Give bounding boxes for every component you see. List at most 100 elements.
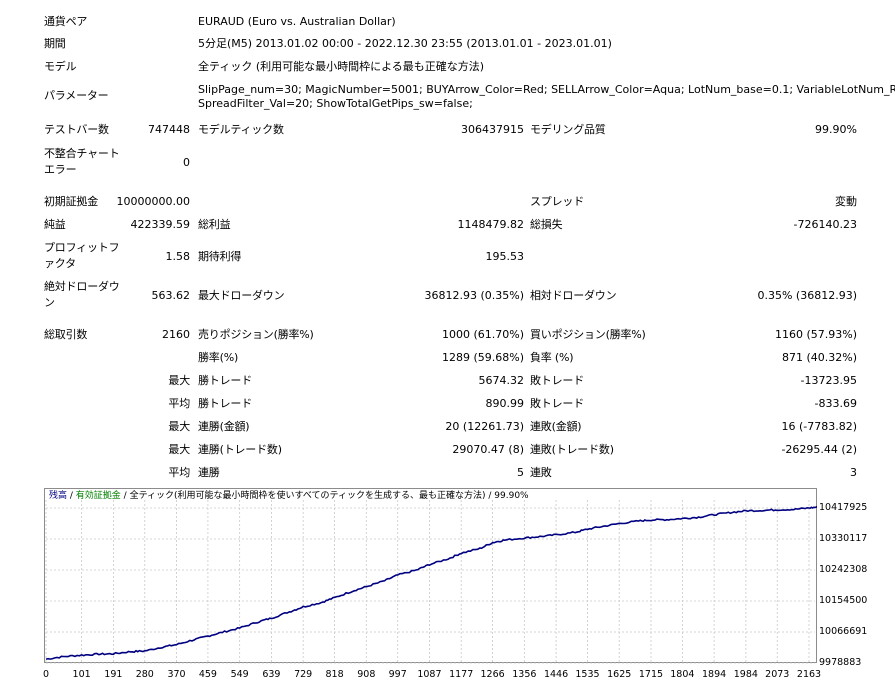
chart-caption-model: 全ティック(利用可能な最小時間枠を使いすべてのティックを生成する、最も正確な方法… [129,491,486,501]
net-profit-label: 純益 [44,218,66,231]
parameters-line-1: SlipPage_num=30; MagicNumber=5001; BUYAr… [198,83,895,96]
loss-rate-label: 負率 (%) [530,351,574,364]
x-tick-label: 2073 [765,669,790,680]
max-consec-wins-label: 連勝(金額) [198,420,250,433]
parameters-label: パラメーター [44,89,109,102]
long-positions-value: 1160 (57.93%) [774,328,857,341]
average-loss-value: -833.69 [814,397,857,410]
mismatch-errors-label-2: エラー [44,163,77,176]
x-tick-label: 1087 [417,669,442,680]
x-tick-label: 997 [388,669,407,680]
y-tick-label: 10417925 [819,502,868,513]
x-tick-label: 1715 [638,669,664,680]
x-tick-label: 2163 [796,669,822,680]
profit-factor-value: 1.58 [165,250,191,263]
win-rate-label: 勝率(%) [198,351,239,364]
avg-consec-prefix: 平均 [168,466,190,479]
largest-prefix: 最大 [168,374,190,387]
long-positions-label: 買いポジション(勝率%) [530,328,646,341]
total-trades-value: 2160 [162,328,190,341]
x-tick-label: 370 [167,669,186,680]
gross-loss-label: 総損失 [530,218,563,231]
initial-deposit-label: 初期証拠金 [44,195,98,208]
x-tick-label: 1356 [512,669,537,680]
gross-profit-value: 1148479.82 [457,218,524,231]
x-tick-label: 908 [357,669,376,680]
model-value: 全ティック (利用可能な最小時間枠による最も正確な方法) [198,60,485,73]
loss-rate-value: 871 (40.32%) [781,351,857,364]
absolute-drawdown-value: 563.62 [151,289,191,302]
x-tick-label: 1894 [702,669,727,680]
spread-label: スプレッド [530,195,584,208]
max-consec-profit-prefix: 最大 [168,443,190,456]
chart-caption-sep-1: / [67,491,76,501]
x-tick-label: 1446 [543,669,569,680]
max-consec-wins-value: 20 (12261.73) [445,420,524,433]
x-tick-label: 1177 [449,669,474,680]
y-tick-label: 10066691 [819,626,868,637]
initial-deposit-value: 10000000.00 [116,195,190,208]
y-tick-label: 9978883 [819,657,862,668]
average-prefix: 平均 [168,397,190,410]
mismatch-errors-value: 0 [183,156,190,169]
y-tick-label: 10330117 [819,532,868,544]
x-tick-label: 1266 [480,669,505,680]
maximal-drawdown-label: 最大ドローダウン [198,289,285,302]
expected-payoff-value: 195.53 [485,250,525,263]
currency-pair-value: EURAUD (Euro vs. Australian Dollar) [198,15,396,28]
chart-caption-quality: 99.90% [494,491,529,501]
spread-value: 変動 [835,195,857,208]
x-tick-label: 1984 [733,669,758,680]
balance-series-line [45,505,817,660]
model-ticks-value: 306437915 [461,123,524,136]
avg-consec-losses-label: 連敗 [530,466,552,479]
absolute-drawdown-label-2: ン [44,296,55,309]
balance-chart [45,500,817,664]
x-tick-label: 639 [262,669,281,680]
max-consec-loss-label: 連敗(トレード数) [530,443,614,456]
y-tick-label: 10242308 [819,564,868,575]
max-consec-profit-value: 29070.47 (8) [452,443,524,456]
gross-loss-value: -726140.23 [793,218,857,231]
chart-caption: 残高 / 有効証拠金 / 全ティック(利用可能な最小時間枠を使いすべてのティック… [49,490,529,502]
x-tick-label: 1625 [607,669,632,680]
profit-factor-label-2: ァクタ [44,257,76,270]
max-consec-losses-label: 連敗(金額) [530,420,582,433]
mismatch-errors-label-1: 不整合チャート [44,147,120,160]
largest-loss-value: -13723.95 [800,374,857,387]
x-tick-label: 280 [135,669,154,680]
maximal-drawdown-value: 36812.93 (0.35%) [424,289,524,302]
average-loss-label: 敗トレード [530,397,584,410]
model-ticks-label: モデルティック数 [198,123,284,136]
average-profit-label: 勝トレード [198,397,252,410]
period-value: 5分足(M5) 2013.01.02 00:00 - 2022.12.30 23… [198,37,612,50]
x-tick-label: 1535 [575,669,600,680]
max-consec-wins-prefix: 最大 [168,420,190,433]
x-tick-label: 0 [42,669,50,680]
total-trades-label: 総取引数 [44,328,88,341]
largest-profit-value: 5674.32 [478,374,525,387]
avg-consec-wins-value: 5 [517,466,524,479]
relative-drawdown-label: 相対ドローダウン [530,289,617,302]
x-tick-label: 818 [325,669,344,680]
gross-profit-label: 総利益 [198,218,231,231]
profit-factor-label-1: プロフィットフ [44,241,120,254]
period-label: 期間 [44,37,66,50]
chart-caption-sep-3: / [485,491,495,501]
short-positions-value: 1000 (61.70%) [441,328,524,341]
max-consec-loss-value: -26295.44 (2) [781,443,857,456]
relative-drawdown-value: 0.35% (36812.93) [757,289,857,302]
average-profit-value: 890.99 [485,397,525,410]
max-consec-profit-label: 連勝(トレード数) [198,443,282,456]
absolute-drawdown-label-1: 絶対ドローダウ [44,280,120,293]
win-rate-value: 1289 (59.68%) [441,351,524,364]
chart-caption-balance: 残高 [49,491,68,501]
avg-consec-losses-value: 3 [850,466,857,479]
net-profit-value: 422339.59 [130,218,191,231]
x-tick-label: 1804 [670,669,695,680]
largest-profit-label: 勝トレード [198,374,252,387]
largest-loss-label: 敗トレード [530,374,584,387]
test-bars-value: 747448 [148,123,190,136]
expected-payoff-label: 期待利得 [198,250,242,263]
max-consec-losses-value: 16 (-7783.82) [781,420,857,433]
